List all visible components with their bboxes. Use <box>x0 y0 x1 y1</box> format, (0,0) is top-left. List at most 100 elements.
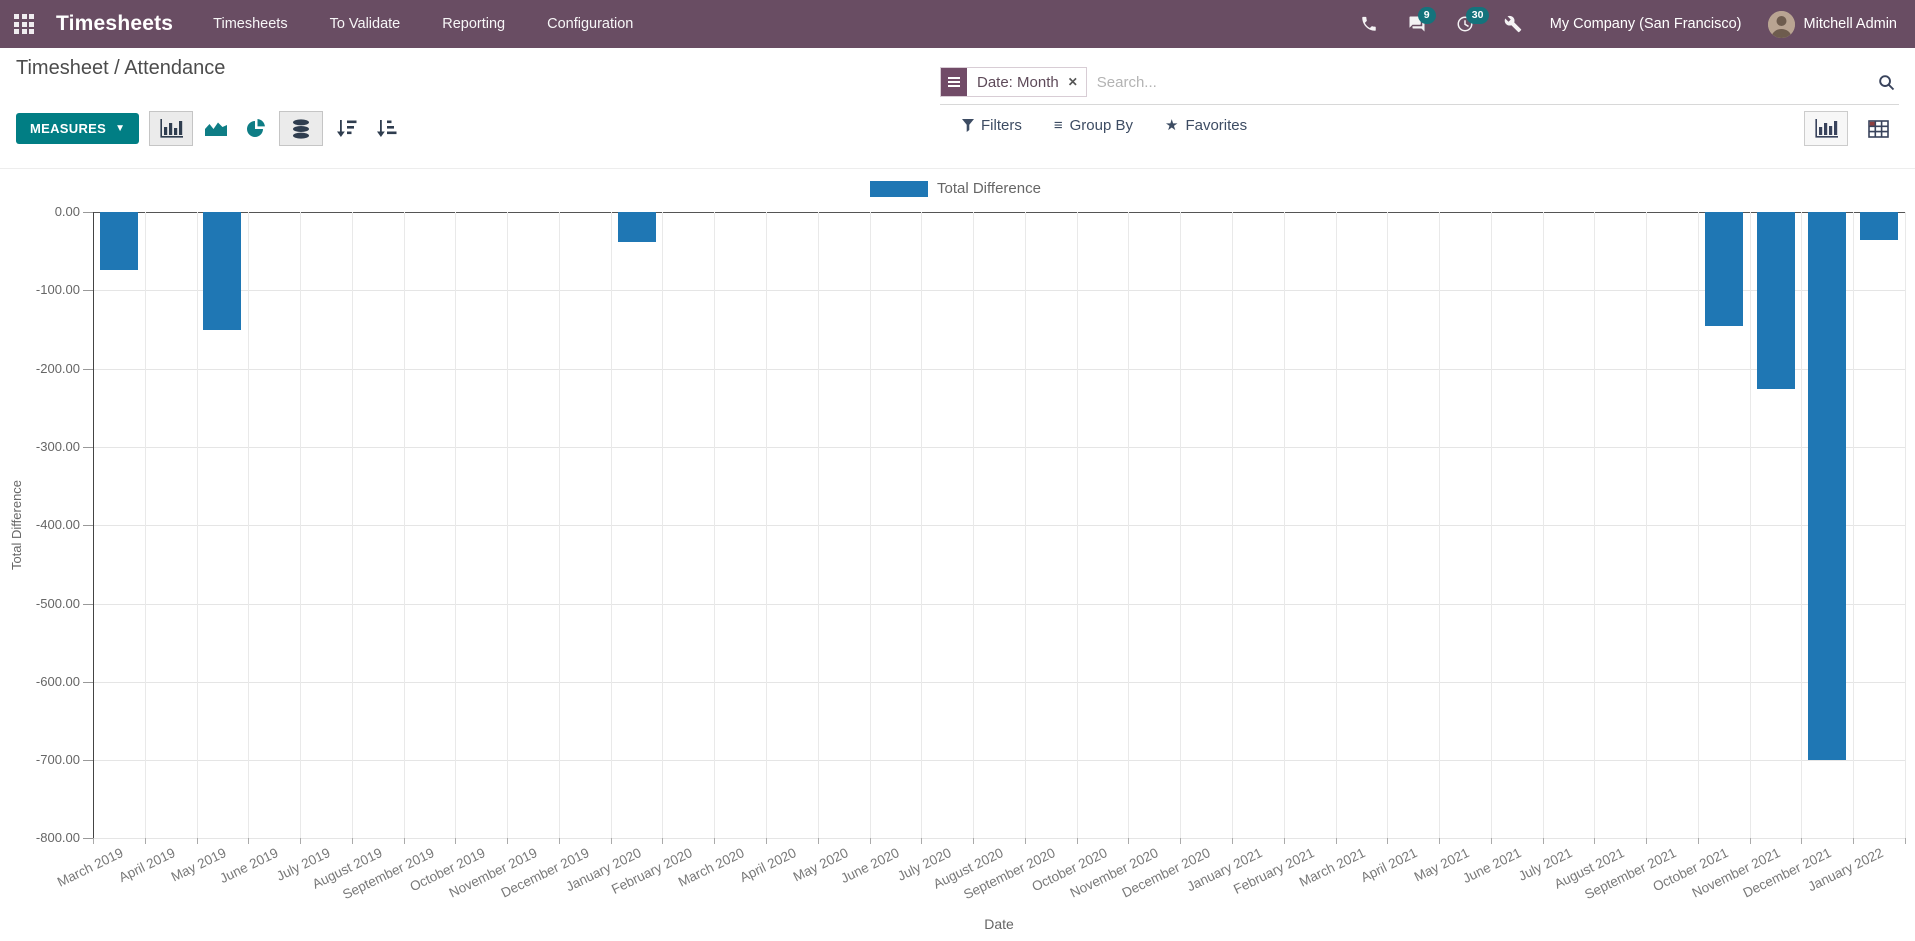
x-axis-tick <box>1387 838 1388 844</box>
v-gridline <box>1077 212 1078 838</box>
company-switcher[interactable]: My Company (San Francisco) <box>1550 16 1742 32</box>
menu-item-reporting[interactable]: Reporting <box>442 16 505 32</box>
search-input[interactable] <box>1087 74 1878 91</box>
funnel-icon <box>962 119 974 132</box>
chart-bar[interactable] <box>203 212 241 330</box>
y-axis-line <box>93 212 94 838</box>
y-axis-tick <box>83 447 93 448</box>
group-by-facet-icon <box>941 68 967 96</box>
x-axis-tick <box>766 838 767 844</box>
v-gridline <box>870 212 871 838</box>
v-gridline <box>1128 212 1129 838</box>
favorites-button[interactable]: ★ Favorites <box>1165 117 1247 134</box>
x-axis-tick <box>93 838 94 844</box>
pie-chart-icon[interactable] <box>239 111 273 146</box>
app-window: Timesheets Timesheets To Validate Report… <box>0 0 1915 941</box>
x-axis-tick <box>1801 838 1802 844</box>
h-gridline <box>93 682 1905 683</box>
bar-chart: Total Difference Total Difference Date 0… <box>0 150 1915 941</box>
search-icon[interactable] <box>1878 74 1899 91</box>
menu-item-timesheets[interactable]: Timesheets <box>213 16 287 32</box>
search-facet-date-month[interactable]: Date: Month ✕ <box>940 67 1087 97</box>
chart-bar[interactable] <box>100 212 138 270</box>
chart-bar[interactable] <box>1808 212 1846 760</box>
area-chart-icon[interactable] <box>199 111 233 146</box>
v-gridline <box>973 212 974 838</box>
v-gridline <box>1491 212 1492 838</box>
tools-icon[interactable] <box>1504 15 1522 33</box>
v-gridline <box>611 212 612 838</box>
sort-descending-icon[interactable] <box>329 111 363 146</box>
v-gridline <box>404 212 405 838</box>
x-axis-tick <box>921 838 922 844</box>
x-axis-tick <box>1491 838 1492 844</box>
y-tick-label: -600.00 <box>0 674 80 689</box>
v-gridline <box>714 212 715 838</box>
v-gridline <box>1801 212 1802 838</box>
sort-ascending-icon[interactable] <box>369 111 403 146</box>
stacked-icon[interactable] <box>279 111 323 146</box>
x-axis-tick <box>1025 838 1026 844</box>
control-panel: Timesheet / Attendance Date: Month ✕ MEA… <box>0 48 1915 150</box>
v-gridline <box>1698 212 1699 838</box>
graph-toolbar: MEASURES▼ <box>16 111 403 146</box>
y-tick-label: -300.00 <box>0 439 80 454</box>
x-axis-tick <box>1077 838 1078 844</box>
graph-view-icon[interactable] <box>1804 111 1848 146</box>
chart-bar[interactable] <box>1860 212 1898 240</box>
x-axis-tick <box>1905 838 1906 844</box>
apps-menu-icon[interactable] <box>14 14 34 34</box>
h-gridline <box>93 760 1905 761</box>
user-name: Mitchell Admin <box>1804 16 1897 32</box>
menu-item-configuration[interactable]: Configuration <box>547 16 633 32</box>
facet-remove-icon[interactable]: ✕ <box>1066 68 1086 96</box>
chevron-down-icon: ▼ <box>115 123 125 134</box>
x-axis-tick <box>1646 838 1647 844</box>
h-gridline <box>93 212 1905 213</box>
messages-icon[interactable]: 9 <box>1408 15 1426 33</box>
phone-icon[interactable] <box>1360 15 1378 33</box>
v-gridline <box>1336 212 1337 838</box>
y-axis-tick <box>83 838 93 839</box>
y-axis-tick <box>83 682 93 683</box>
x-axis-tick <box>714 838 715 844</box>
y-axis-tick <box>83 290 93 291</box>
v-gridline <box>766 212 767 838</box>
x-axis-tick <box>197 838 198 844</box>
y-tick-label: -200.00 <box>0 361 80 376</box>
x-axis-tick <box>1232 838 1233 844</box>
activities-clock-icon[interactable]: 30 <box>1456 15 1474 33</box>
star-icon: ★ <box>1165 118 1178 133</box>
search-bar[interactable]: Date: Month ✕ <box>940 60 1899 105</box>
chart-bar[interactable] <box>1757 212 1795 389</box>
y-tick-label: -100.00 <box>0 282 80 297</box>
app-brand[interactable]: Timesheets <box>56 12 173 36</box>
facet-label: Date: Month <box>967 68 1066 96</box>
h-gridline <box>93 447 1905 448</box>
group-by-button[interactable]: ≡ Group By <box>1054 117 1133 134</box>
x-axis-tick <box>1336 838 1337 844</box>
x-axis-tick <box>662 838 663 844</box>
top-menu: Timesheets To Validate Reporting Configu… <box>213 16 633 32</box>
chart-bar[interactable] <box>1705 212 1743 326</box>
v-gridline <box>507 212 508 838</box>
y-tick-label: -800.00 <box>0 830 80 845</box>
chart-bar[interactable] <box>618 212 656 242</box>
x-axis-tick <box>455 838 456 844</box>
x-axis-tick <box>1439 838 1440 844</box>
hamburger-icon: ≡ <box>1054 118 1063 133</box>
v-gridline <box>145 212 146 838</box>
bar-chart-icon[interactable] <box>149 111 193 146</box>
pivot-view-icon[interactable] <box>1856 111 1900 146</box>
x-axis-tick <box>870 838 871 844</box>
measures-button[interactable]: MEASURES▼ <box>16 113 139 144</box>
user-menu[interactable]: Mitchell Admin <box>1768 11 1897 38</box>
v-gridline <box>662 212 663 838</box>
chart-legend[interactable]: Total Difference <box>870 180 1041 197</box>
v-gridline <box>1232 212 1233 838</box>
h-gridline <box>93 604 1905 605</box>
v-gridline <box>1646 212 1647 838</box>
filters-button[interactable]: Filters <box>962 117 1022 134</box>
x-axis-tick <box>1750 838 1751 844</box>
menu-item-to-validate[interactable]: To Validate <box>330 16 401 32</box>
